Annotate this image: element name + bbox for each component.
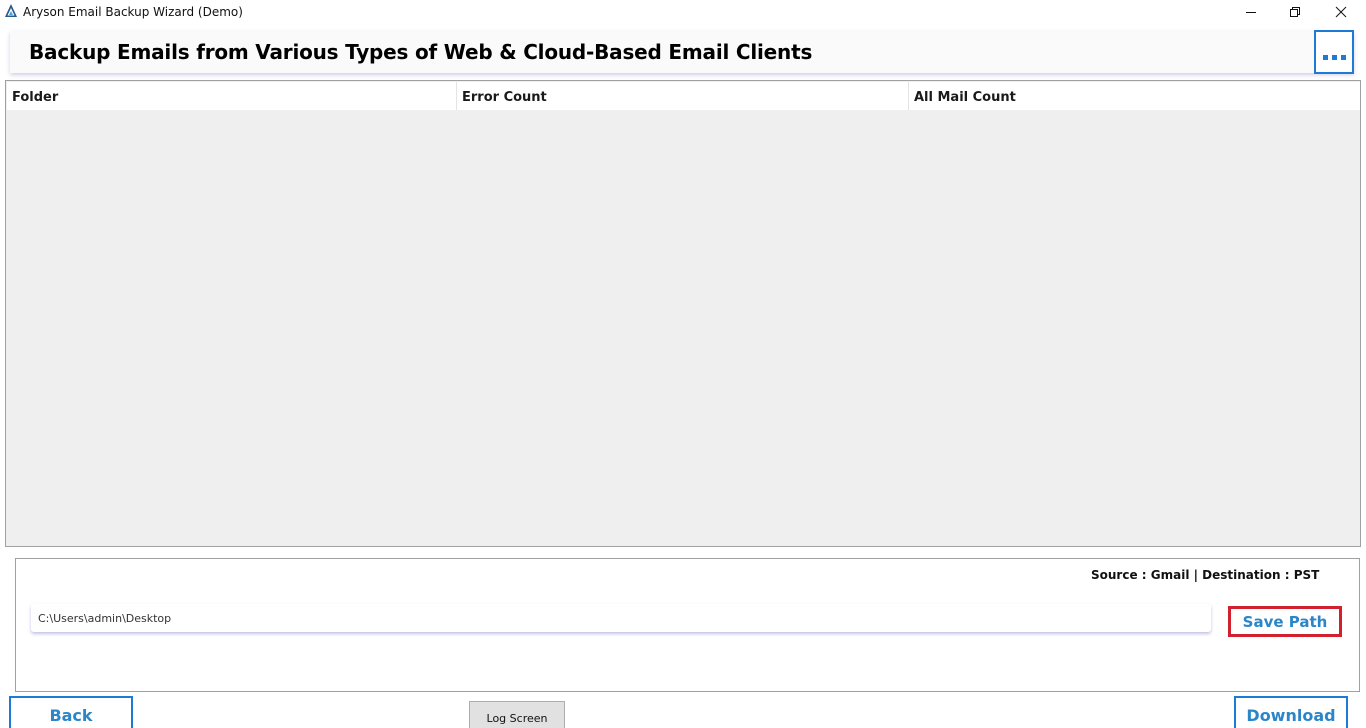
page-title: Backup Emails from Various Types of Web …	[29, 40, 813, 64]
table-header: Folder Error Count All Mail Count	[7, 82, 1360, 110]
column-header-folder[interactable]: Folder	[7, 82, 457, 110]
download-button[interactable]: Download	[1234, 696, 1348, 728]
window-title: Aryson Email Backup Wizard (Demo)	[23, 5, 243, 19]
close-button[interactable]	[1318, 0, 1364, 24]
minimize-icon	[1246, 12, 1256, 13]
restore-icon	[1290, 7, 1300, 17]
folder-table: Folder Error Count All Mail Count	[5, 80, 1361, 547]
minimize-button[interactable]	[1228, 0, 1274, 24]
page-header: Backup Emails from Various Types of Web …	[10, 31, 1354, 73]
close-icon	[1335, 6, 1347, 18]
aryson-logo-icon	[5, 4, 17, 17]
destination-panel: Source : Gmail | Destination : PST Save …	[15, 558, 1360, 692]
ellipsis-icon	[1322, 54, 1346, 60]
source-destination-info: Source : Gmail | Destination : PST	[1091, 568, 1320, 582]
more-options-button[interactable]	[1314, 30, 1354, 74]
restore-button[interactable]	[1272, 0, 1318, 24]
back-button[interactable]: Back	[9, 696, 133, 728]
save-path-field[interactable]	[31, 604, 1211, 632]
save-path-button[interactable]: Save Path	[1228, 606, 1342, 637]
column-header-error-count[interactable]: Error Count	[457, 82, 909, 110]
log-screen-button[interactable]: Log Screen	[469, 701, 565, 728]
title-bar: Aryson Email Backup Wizard (Demo)	[0, 0, 1366, 24]
column-header-all-mail-count[interactable]: All Mail Count	[909, 82, 1360, 110]
